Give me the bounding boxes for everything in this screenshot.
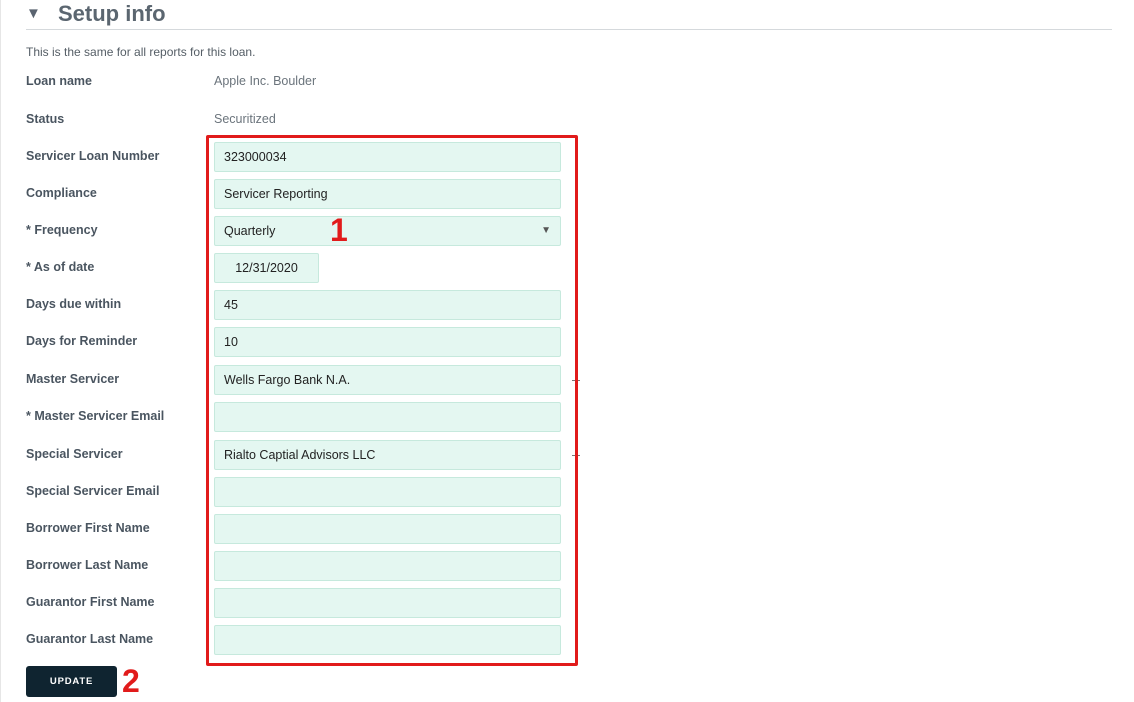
section-subtitle: This is the same for all reports for thi…	[26, 45, 256, 59]
collapse-triangle-icon[interactable]: ▼	[26, 5, 41, 22]
status-label: Status	[26, 112, 65, 126]
borrower-first-name-label: Borrower First Name	[26, 521, 150, 535]
section-title: Setup info	[58, 1, 166, 26]
loan-name-value: Apple Inc. Boulder	[214, 74, 317, 88]
days-due-within-label: Days due within	[26, 297, 122, 311]
update-button[interactable]: UPDATE	[26, 666, 117, 697]
special-servicer-email-label: Special Servicer Email	[26, 484, 160, 498]
status-value: Securitized	[214, 112, 276, 126]
master-servicer-label: Master Servicer	[26, 372, 120, 386]
header-divider	[26, 29, 1112, 30]
borrower-last-name-label: Borrower Last Name	[26, 558, 149, 572]
guarantor-first-name-label: Guarantor First Name	[26, 595, 155, 609]
servicer-loan-number-label: Servicer Loan Number	[26, 149, 160, 163]
compliance-label: Compliance	[26, 186, 97, 200]
frequency-label: * Frequency	[26, 223, 98, 237]
loan-name-label: Loan name	[26, 74, 92, 88]
annotation-highlight-box	[206, 135, 578, 666]
special-servicer-label: Special Servicer	[26, 447, 123, 461]
annotation-number-2: 2	[122, 663, 140, 699]
as-of-date-label: * As of date	[26, 260, 95, 274]
annotation-number-1: 1	[330, 212, 348, 248]
section-header[interactable]: ▼ Setup info	[26, 0, 1112, 28]
days-for-reminder-label: Days for Reminder	[26, 334, 138, 348]
guarantor-last-name-label: Guarantor Last Name	[26, 632, 154, 646]
setup-info-page: ▼ Setup info This is the same for all re…	[0, 0, 1134, 702]
left-edge-divider	[0, 0, 1, 702]
master-servicer-email-label: * Master Servicer Email	[26, 409, 165, 423]
